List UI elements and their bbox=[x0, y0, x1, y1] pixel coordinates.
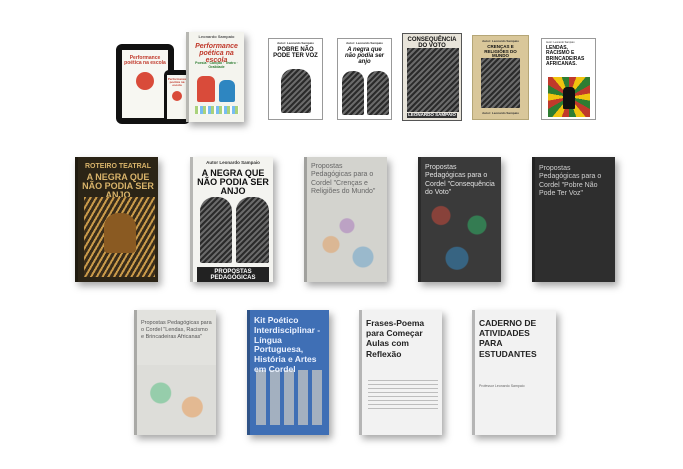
roteiro-title: A NEGRA QUE NÃO PODIA SER ANJO bbox=[82, 172, 154, 200]
product-propostas-pobre[interactable]: Propostas Pedagógicas para o Cordel "Pob… bbox=[532, 157, 615, 282]
propostas-voto-pattern bbox=[421, 187, 501, 282]
product-propostas-voto[interactable]: Propostas Pedagógicas para o Cordel "Con… bbox=[418, 157, 501, 282]
lendas-small-fist bbox=[563, 87, 575, 109]
negra-propostas-woodcut-right bbox=[236, 197, 269, 263]
consequencia-woodcut bbox=[407, 48, 459, 112]
performance-scribble bbox=[195, 106, 239, 114]
negra-propostas-footer: PROPOSTAS PEDAGÓGICAS bbox=[197, 267, 269, 282]
consequencia-author: LEONARDO SAMPAIO bbox=[407, 112, 457, 118]
tablet-figure bbox=[136, 72, 154, 90]
frases-body-lines bbox=[368, 380, 438, 410]
product-negra-propostas[interactable]: Autor Leonardo Sampaio A NEGRA QUE NÃO P… bbox=[190, 157, 273, 282]
product-caderno-atividades[interactable]: CADERNO DE ATIVIDADES PARA ESTUDANTES Pr… bbox=[472, 310, 556, 435]
pobre-woodcut bbox=[281, 69, 311, 113]
tablet-title: Performance poética na escola bbox=[124, 55, 166, 66]
product-lendas-small[interactable]: Autor: Leonardo Sampaio LENDAS, RACISMO … bbox=[541, 38, 596, 120]
product-roteiro-teatral[interactable]: ROTEIRO TEATRAL A NEGRA QUE NÃO PODIA SE… bbox=[75, 157, 158, 282]
negra-propostas-author: Autor Leonardo Sampaio bbox=[206, 160, 260, 165]
roteiro-kicker: ROTEIRO TEATRAL bbox=[85, 163, 151, 170]
propostas-lendas-title: Propostas Pedagógicas para o Cordel "Len… bbox=[141, 320, 212, 340]
product-pobre-nao-pode-ter-voz[interactable]: Autor: Leonardo Sampaio POBRE NÃO PODE T… bbox=[268, 38, 323, 120]
crencas-small-woodcut bbox=[481, 58, 520, 108]
lendas-small-author: Autor: Leonardo Sampaio bbox=[546, 41, 575, 44]
propostas-crencas-title: Propostas Pedagógicas para o Cordel "Cre… bbox=[311, 163, 376, 196]
lendas-small-title: LENDAS, RACISMO E BRINCADEIRAS AFRICANAS… bbox=[546, 45, 585, 67]
product-performance-bundle[interactable]: Performance poética na escola Performanc… bbox=[116, 32, 246, 127]
negra-small-author: Autor: Leonardo Sampaio bbox=[346, 41, 383, 45]
performance-figure-red bbox=[197, 76, 215, 102]
performance-brand: Leonardo Sampaio bbox=[198, 34, 235, 39]
kit-title: Kit Poético Interdisciplinar - Língua Po… bbox=[254, 315, 321, 374]
negra-small-woodcut-left bbox=[342, 71, 364, 115]
product-frases-poema[interactable]: Frases-Poema para Começar Aulas com Refl… bbox=[359, 310, 442, 435]
propostas-lendas-pattern bbox=[137, 365, 216, 435]
product-propostas-crencas[interactable]: Propostas Pedagógicas para o Cordel "Cre… bbox=[304, 157, 387, 282]
product-crencas-small[interactable]: Autor: Leonardo Sampaio CRENÇAS E RELIGI… bbox=[472, 35, 529, 120]
crencas-small-footer: Autor: Leonardo Sampaio bbox=[482, 111, 519, 115]
kit-photos bbox=[256, 370, 326, 425]
product-propostas-lendas[interactable]: Propostas Pedagógicas para o Cordel "Len… bbox=[134, 310, 216, 435]
performance-figure-blue bbox=[219, 80, 235, 102]
propostas-voto-title: Propostas Pedagógicas para o Cordel "Con… bbox=[425, 164, 495, 197]
performance-subtitle: Poesia · Canção · Teatro · Oralidade bbox=[195, 61, 238, 69]
negra-small-woodcut-right bbox=[367, 71, 389, 115]
performance-book: Leonardo Sampaio Performance poética na … bbox=[186, 32, 244, 122]
phone-figure bbox=[172, 91, 182, 101]
frases-title: Frases-Poema para Começar Aulas com Refl… bbox=[366, 318, 425, 359]
product-a-negra-small[interactable]: Autor: Leonardo Sampaio A negra que não … bbox=[337, 38, 392, 120]
pobre-author: Autor: Leonardo Sampaio bbox=[277, 41, 314, 45]
propostas-pobre-title: Propostas Pedagógicas para o Cordel "Pob… bbox=[539, 165, 602, 198]
product-kit-poetico[interactable]: Kit Poético Interdisciplinar - Língua Po… bbox=[247, 310, 329, 435]
pobre-title: POBRE NÃO PODE TER VOZ bbox=[273, 47, 318, 59]
roteiro-angel bbox=[104, 213, 136, 253]
crencas-small-author: Autor: Leonardo Sampaio bbox=[482, 39, 519, 43]
caderno-author: Professor Leonardo Sampaio bbox=[479, 384, 525, 388]
phone-title: Performance poética na escola bbox=[167, 77, 187, 87]
negra-small-title: A negra que não podia ser anjo bbox=[344, 47, 384, 65]
crencas-small-title: CRENÇAS E RELIGIÕES DO MUNDO bbox=[484, 44, 517, 58]
negra-propostas-title: A NEGRA QUE NÃO PODIA SER ANJO bbox=[197, 168, 269, 196]
product-consequencia-do-voto[interactable]: CONSEQUÊNCIA DO VOTO LEONARDO SAMPAIO bbox=[402, 33, 462, 121]
negra-propostas-woodcut-left bbox=[200, 197, 232, 263]
caderno-title: CADERNO DE ATIVIDADES PARA ESTUDANTES bbox=[479, 318, 537, 359]
